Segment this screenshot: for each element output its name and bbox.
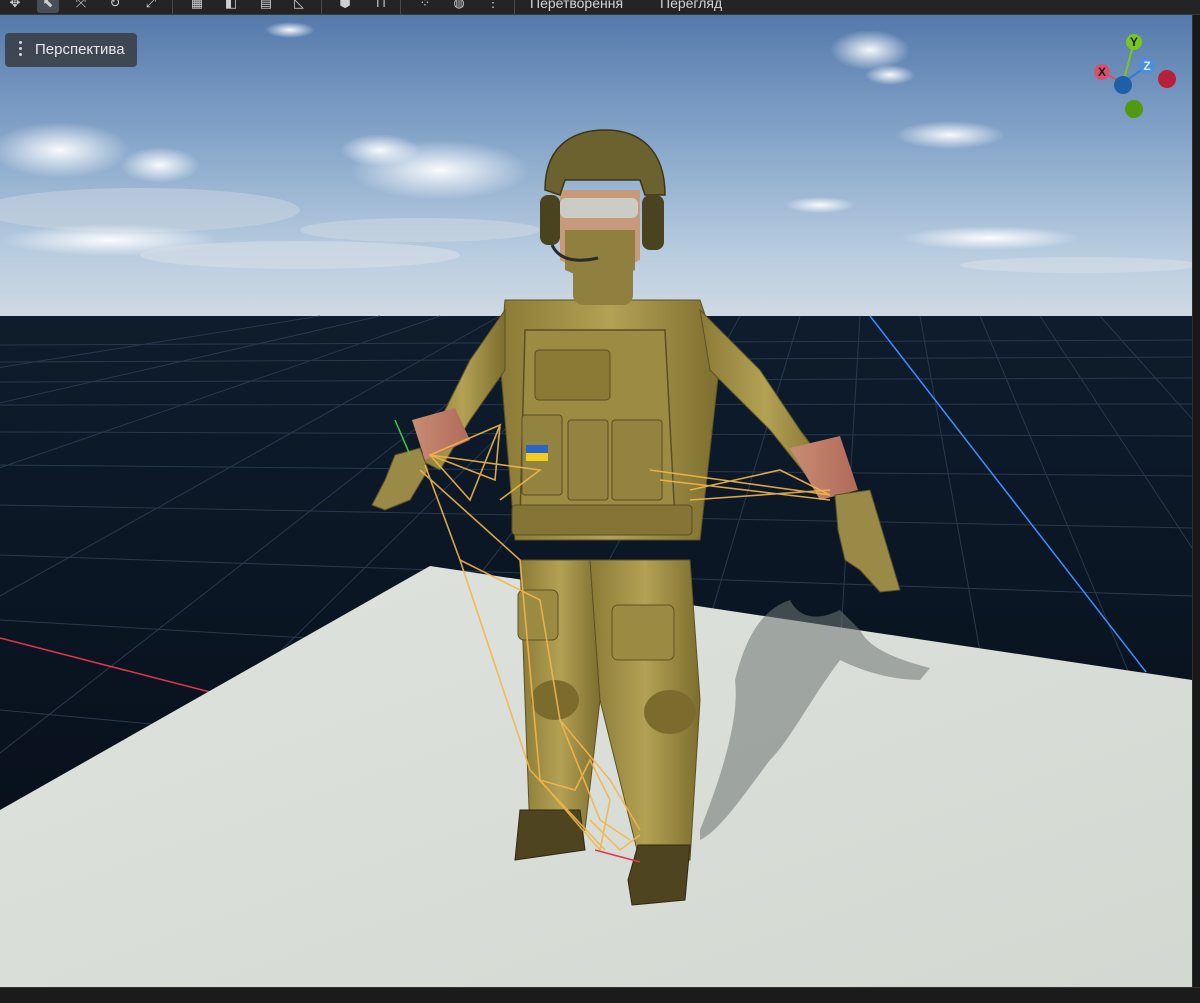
toolbar-divider: [514, 0, 515, 14]
menu-transform[interactable]: Перетворення: [530, 0, 623, 12]
view-mode-label: Перспектива: [35, 41, 125, 58]
panel-edge-bottom: [0, 987, 1200, 1003]
gizmo-y-label: Y: [1130, 35, 1138, 49]
viewport-toolbar: ✥ ⬉ ⤧ ↻ ⤢ ▦ ◧ ▤ ◺ ⬢ ⊓ ⁘ ◍ ⋮ Перетворення…: [0, 0, 1200, 15]
snap-grid-icon[interactable]: ▦: [186, 0, 208, 13]
camera-speed-icon[interactable]: ⊓: [370, 0, 392, 13]
transform-icon[interactable]: ✥: [4, 0, 26, 13]
cube-icon[interactable]: ⬢: [334, 0, 356, 13]
gizmo-z-negative-icon[interactable]: [1114, 76, 1132, 94]
snap-scale-icon[interactable]: ▤: [255, 0, 277, 13]
scale-icon[interactable]: ⤢: [140, 0, 162, 13]
snap-rotation-icon[interactable]: ◧: [220, 0, 242, 13]
more-options-icon[interactable]: ⋮: [482, 0, 504, 13]
menu-view[interactable]: Перегляд: [660, 0, 722, 12]
angle-icon[interactable]: ◺: [288, 0, 310, 13]
panel-edge: [1192, 15, 1200, 1002]
rotate-icon[interactable]: ↻: [104, 0, 126, 13]
gizmo-x-label: X: [1098, 65, 1106, 79]
bone-icon[interactable]: ⁘: [414, 0, 436, 13]
toolbar-divider: [321, 0, 322, 14]
select-cursor-icon[interactable]: ⬉: [37, 0, 59, 13]
orientation-gizmo[interactable]: Y X Z: [1090, 30, 1182, 122]
options-dots-icon: [19, 41, 23, 59]
ukraine-flag-patch: [526, 445, 548, 453]
gizmo-x-negative-icon[interactable]: [1158, 70, 1176, 88]
translate-icon[interactable]: ⤧: [70, 0, 92, 13]
toolbar-divider: [172, 0, 173, 14]
gizmo-y-negative-icon[interactable]: [1125, 100, 1143, 118]
toolbar-divider: [400, 0, 401, 14]
view-mode-button[interactable]: Перспектива: [5, 33, 137, 67]
gizmo-z-label: Z: [1143, 59, 1150, 73]
lit-mode-icon[interactable]: ◍: [448, 0, 470, 13]
3d-viewport[interactable]: [0, 15, 1192, 987]
